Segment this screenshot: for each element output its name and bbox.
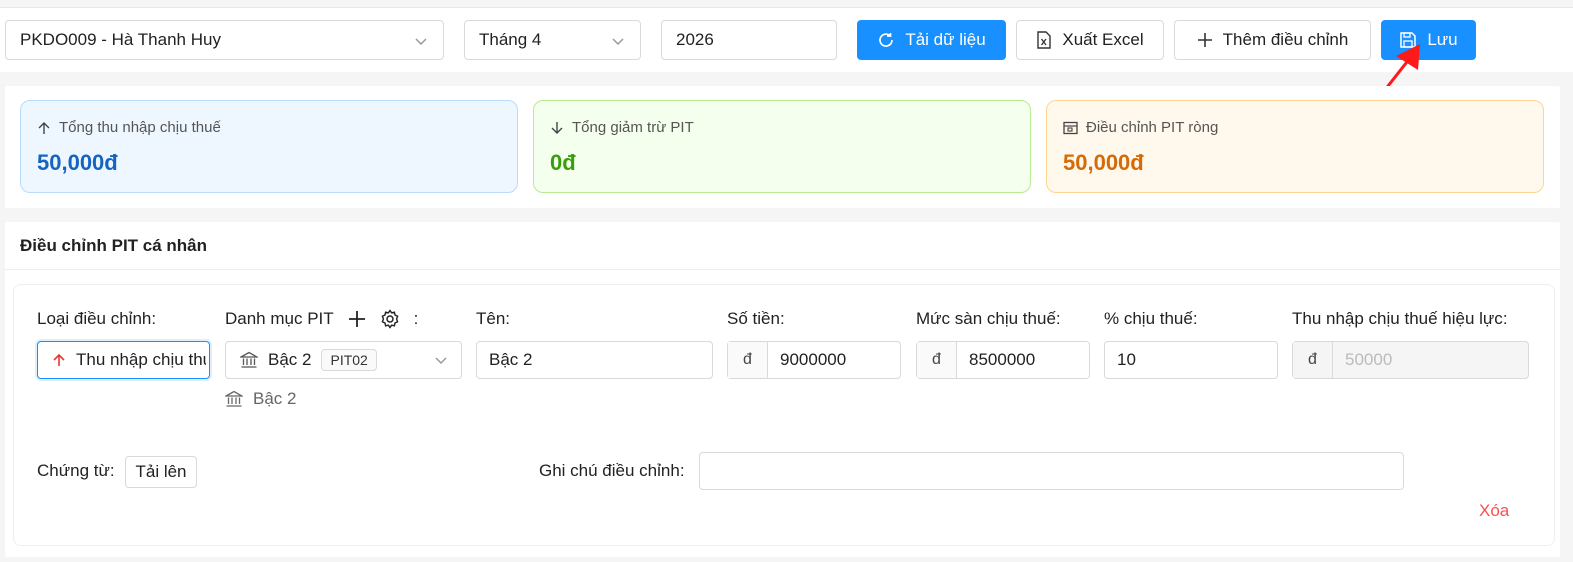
- upload-label: Tải lên: [135, 462, 187, 481]
- pit-category-select[interactable]: Bậc 2 PIT02: [225, 341, 462, 379]
- effective-income-input: đ 50000: [1292, 341, 1529, 379]
- year-input[interactable]: 2026: [661, 20, 837, 60]
- net-adjustment-label-row: Điều chỉnh PIT ròng: [1063, 119, 1527, 136]
- effective-income-label: Thu nhập chịu thuế hiệu lực:: [1292, 309, 1508, 328]
- percent-input-value: 10: [1117, 350, 1136, 369]
- note-input[interactable]: [699, 452, 1404, 490]
- amount-input-value: 9000000: [780, 350, 847, 369]
- upload-button[interactable]: Tải lên: [125, 456, 197, 488]
- net-adjustment-label: Điều chỉnh PIT ròng: [1086, 119, 1219, 136]
- pit-category-value: Bậc 2: [268, 350, 312, 369]
- load-data-label: Tải dữ liệu: [905, 30, 986, 49]
- export-excel-label: Xuất Excel: [1062, 30, 1144, 49]
- employee-select-value: PKDO009 - Hà Thanh Huy: [20, 30, 221, 49]
- floor-input[interactable]: đ 8500000: [916, 341, 1090, 379]
- add-adjustment-button[interactable]: Thêm điều chỉnh: [1174, 20, 1371, 60]
- employee-select[interactable]: PKDO009 - Hà Thanh Huy: [5, 20, 444, 60]
- amount-input[interactable]: đ 9000000: [727, 341, 901, 379]
- chevron-down-icon: [435, 357, 447, 365]
- chevron-down-icon: [612, 38, 624, 46]
- export-excel-button[interactable]: Xuất Excel: [1016, 20, 1164, 60]
- adjust-type-label: Loại điều chỉnh:: [37, 309, 157, 328]
- section-title: Điều chỉnh PIT cá nhân: [5, 222, 1560, 270]
- effective-income-value: 50000: [1345, 350, 1393, 369]
- floor-input-value: 8500000: [969, 350, 1036, 369]
- bank-icon: [240, 351, 258, 368]
- load-data-button[interactable]: Tải dữ liệu: [857, 20, 1006, 60]
- summary-panel: Tổng thu nhập chịu thuế 50,000đ Tổng giả…: [5, 86, 1560, 208]
- adjust-type-select[interactable]: Thu nhập chịu thuế: [37, 341, 210, 379]
- top-border: [0, 0, 1573, 8]
- amount-label: Số tiền:: [727, 309, 785, 328]
- pit-category-hint-text: Bậc 2: [253, 389, 297, 408]
- gear-icon[interactable]: [380, 309, 400, 329]
- pit-adjustment-section: Điều chỉnh PIT cá nhân Loại điều chỉnh: …: [5, 222, 1560, 557]
- currency-addon: đ: [1293, 342, 1333, 378]
- adjust-type-value: Thu nhập chịu thuế: [76, 350, 206, 369]
- pit-deduction-label: Tổng giảm trừ PIT: [572, 119, 694, 136]
- note-label: Ghi chú điều chỉnh:: [539, 461, 685, 480]
- name-input[interactable]: Bậc 2: [476, 341, 713, 379]
- percent-input[interactable]: 10: [1104, 341, 1278, 379]
- excel-file-icon: [1037, 31, 1052, 49]
- plus-icon: [1197, 33, 1212, 47]
- pit-deduction-value: 0đ: [550, 150, 576, 175]
- reload-icon: [879, 33, 894, 47]
- currency-addon: đ: [728, 342, 768, 378]
- taxable-income-value: 50,000đ: [37, 150, 118, 175]
- name-label: Tên:: [476, 309, 511, 328]
- taxable-income-label-row: Tổng thu nhập chịu thuế: [37, 119, 501, 136]
- net-adjustment-card: Điều chỉnh PIT ròng 50,000đ: [1046, 100, 1544, 193]
- taxable-income-label: Tổng thu nhập chịu thuế: [59, 119, 221, 136]
- month-select-value: Tháng 4: [479, 30, 542, 49]
- chevron-down-icon: [415, 38, 427, 46]
- bank-icon: [225, 390, 243, 407]
- pit-category-hint: Bậc 2: [225, 389, 296, 409]
- pit-deduction-card: Tổng giảm trừ PIT 0đ: [533, 100, 1031, 193]
- month-select[interactable]: Tháng 4: [464, 20, 641, 60]
- adjustment-row-card: Loại điều chỉnh: Danh mục PIT : Tên: Số …: [13, 284, 1555, 546]
- arrow-up-icon: [53, 353, 65, 366]
- add-category-icon[interactable]: [348, 310, 366, 328]
- delete-link[interactable]: Xóa: [1479, 501, 1509, 521]
- floor-label: Mức sàn chịu thuế:: [916, 309, 1061, 328]
- toolbar: PKDO009 - Hà Thanh Huy Tháng 4 2026 Tải …: [0, 8, 1573, 72]
- name-input-value: Bậc 2: [489, 350, 533, 369]
- pit-category-tag: PIT02: [321, 349, 377, 371]
- wallet-icon: [1063, 121, 1078, 134]
- currency-addon: đ: [917, 342, 957, 378]
- voucher-label: Chứng từ:: [37, 461, 115, 480]
- percent-label: % chịu thuế:: [1104, 309, 1198, 328]
- net-adjustment-value: 50,000đ: [1063, 150, 1144, 175]
- pit-category-label: Danh mục PIT :: [225, 309, 419, 329]
- add-adjustment-label: Thêm điều chỉnh: [1222, 30, 1349, 49]
- pit-deduction-label-row: Tổng giảm trừ PIT: [550, 119, 1014, 136]
- arrow-up-icon: [38, 121, 50, 134]
- arrow-down-icon: [551, 121, 563, 134]
- year-input-value: 2026: [676, 30, 714, 49]
- taxable-income-card: Tổng thu nhập chịu thuế 50,000đ: [20, 100, 518, 193]
